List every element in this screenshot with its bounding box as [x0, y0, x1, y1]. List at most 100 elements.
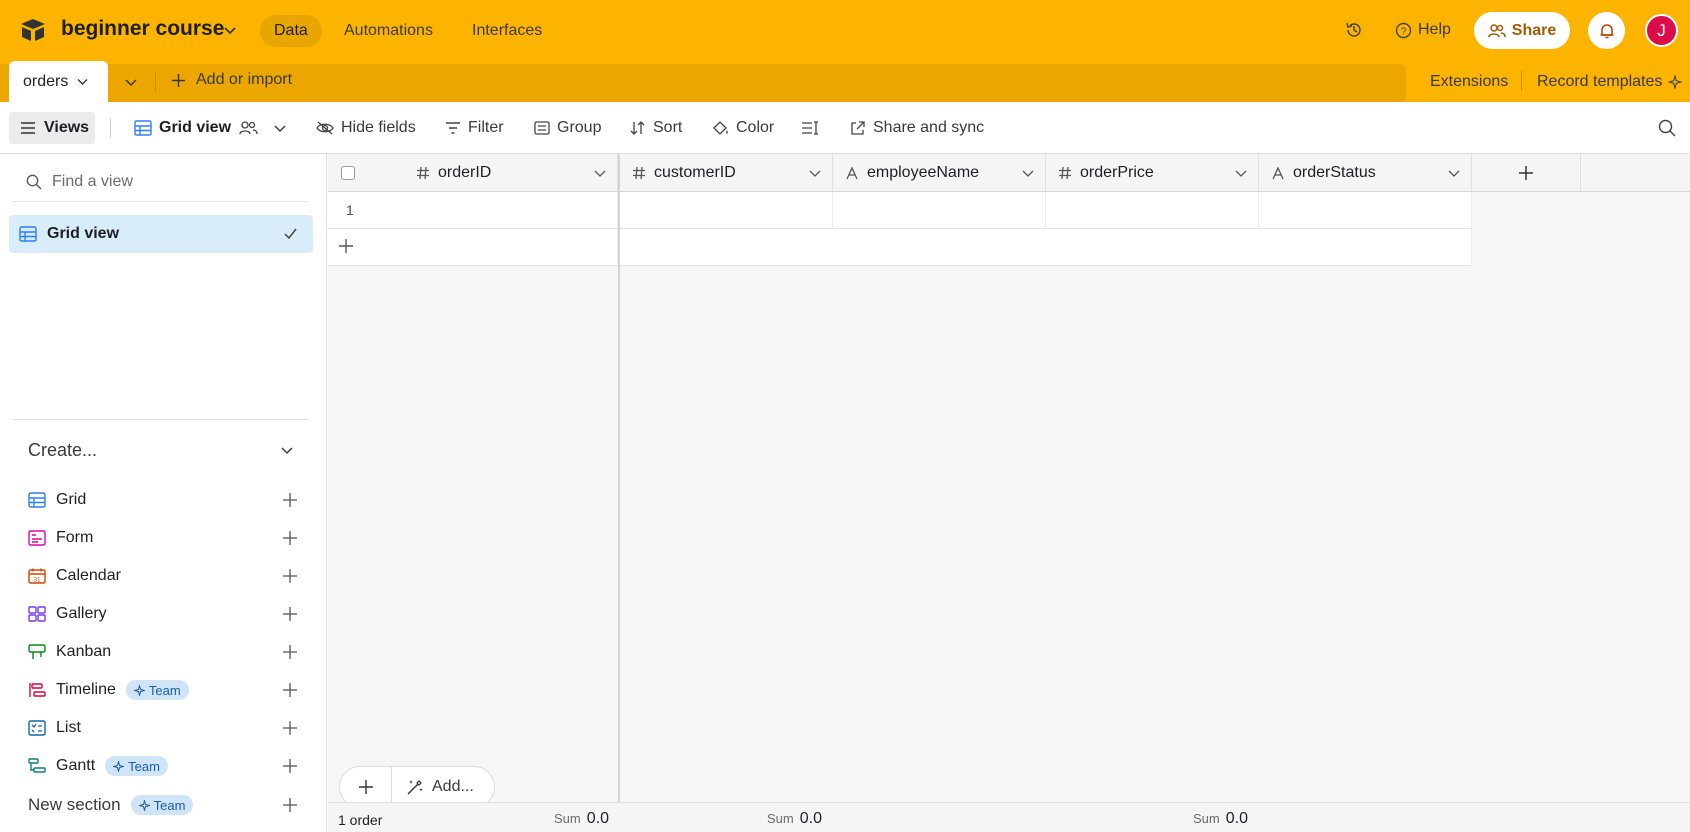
- row-height-button[interactable]: [801, 117, 819, 139]
- views-label: Views: [44, 119, 90, 136]
- color-label: Color: [736, 119, 775, 136]
- create-section-title[interactable]: Create...: [28, 440, 97, 461]
- create-timeline-view[interactable]: Timeline Team: [28, 677, 298, 703]
- views-sidebar: Find a view Grid view Create... Grid For…: [0, 154, 327, 832]
- summary-sum-customerID[interactable]: Sum 0.0: [767, 810, 822, 828]
- nav-tab-automations[interactable]: Automations: [330, 15, 447, 47]
- column-name: employeeName: [867, 163, 980, 181]
- divider: [155, 72, 156, 92]
- views-toggle-button[interactable]: Views: [9, 112, 95, 144]
- sort-icon: [630, 121, 645, 135]
- extensions-button[interactable]: Extensions: [1430, 73, 1508, 91]
- create-grid-view[interactable]: Grid: [28, 487, 298, 513]
- summary-value: 0.0: [799, 810, 822, 827]
- create-gantt-view[interactable]: Gantt Team: [28, 753, 298, 779]
- sparkle-icon: [138, 799, 150, 811]
- add-field-button[interactable]: [1472, 154, 1581, 192]
- grid-icon: [28, 492, 46, 508]
- create-list-view[interactable]: List: [28, 715, 298, 741]
- text-field-icon: [1271, 165, 1285, 180]
- chevron-down-icon[interactable]: [122, 73, 140, 91]
- sidebar-item-grid-view[interactable]: Grid view: [9, 215, 313, 253]
- nav-tab-interfaces[interactable]: Interfaces: [458, 15, 556, 47]
- column-header-customerID[interactable]: customerID: [620, 154, 833, 192]
- share-and-sync-button[interactable]: Share and sync: [850, 117, 984, 139]
- find-view-input[interactable]: Find a view: [12, 162, 307, 202]
- column-header-employeeName[interactable]: employeeName: [833, 154, 1046, 192]
- magic-wand-icon: [407, 780, 423, 795]
- chevron-down-icon: [809, 170, 821, 177]
- record-templates-label: Record templates: [1537, 73, 1663, 90]
- table-tab-label: orders: [23, 72, 69, 90]
- grid-icon: [19, 226, 37, 242]
- chevron-down-icon: [1448, 170, 1460, 177]
- sparkle-icon: [113, 760, 125, 772]
- cell-employeeName[interactable]: [833, 192, 1046, 229]
- column-name: orderStatus: [1293, 163, 1376, 181]
- chevron-down-icon[interactable]: [222, 22, 238, 38]
- add-row-area[interactable]: [620, 229, 1472, 266]
- view-name: Grid view: [159, 119, 232, 136]
- create-gallery-view[interactable]: Gallery: [28, 601, 298, 627]
- table-row[interactable]: 1: [328, 192, 618, 229]
- base-logo-icon[interactable]: [19, 17, 47, 43]
- divider: [1521, 71, 1522, 91]
- filter-label: Filter: [468, 119, 504, 136]
- history-icon[interactable]: [1344, 20, 1364, 40]
- select-all-checkbox[interactable]: [341, 166, 355, 180]
- top-bar: beginner course Data Automations Interfa…: [0, 0, 1690, 61]
- cell-orderStatus[interactable]: [1259, 192, 1472, 229]
- collaborators-icon: [239, 121, 258, 135]
- base-name[interactable]: beginner course: [61, 17, 224, 41]
- column-header-orderStatus[interactable]: orderStatus: [1259, 154, 1472, 192]
- plus-icon: [339, 239, 353, 253]
- search-icon[interactable]: [1658, 119, 1676, 137]
- column-name: customerID: [654, 163, 736, 181]
- help-button[interactable]: ? Help: [1395, 19, 1451, 41]
- add-row-button[interactable]: [328, 229, 618, 266]
- summary-label: Sum: [1193, 811, 1220, 826]
- create-calendar-view[interactable]: 31 Calendar: [28, 563, 298, 589]
- plus-icon: [358, 780, 373, 794]
- number-field-icon: [1058, 166, 1072, 180]
- color-button[interactable]: Color: [711, 117, 774, 139]
- record-templates-button[interactable]: Record templates: [1537, 73, 1683, 91]
- frozen-column-divider: [618, 154, 620, 832]
- plus-icon: [283, 607, 297, 621]
- add-record-button[interactable]: [340, 767, 392, 807]
- gantt-icon: [28, 758, 46, 773]
- eye-off-icon: [316, 121, 334, 135]
- hide-fields-button[interactable]: Hide fields: [316, 117, 416, 139]
- notifications-button[interactable]: [1588, 12, 1625, 49]
- chevron-down-icon: [77, 79, 88, 85]
- table-tab-orders[interactable]: orders: [9, 61, 108, 102]
- create-new-section[interactable]: New section Team: [28, 792, 298, 818]
- nav-tab-data[interactable]: Data: [260, 15, 322, 47]
- create-item-label: Calendar: [56, 567, 121, 584]
- column-header-orderID[interactable]: orderID: [328, 154, 618, 192]
- paint-bucket-icon: [713, 121, 728, 135]
- cell-customerID[interactable]: [620, 192, 833, 229]
- group-button[interactable]: Group: [534, 117, 601, 139]
- filter-button[interactable]: Filter: [445, 117, 504, 139]
- chevron-down-icon: [594, 170, 606, 177]
- chevron-down-icon[interactable]: [279, 442, 295, 458]
- view-switcher[interactable]: Grid view: [134, 117, 287, 139]
- chevron-down-icon: [274, 125, 286, 132]
- add-with-ai-button[interactable]: Add...: [392, 778, 474, 796]
- search-icon: [26, 174, 42, 189]
- summary-sum-orderPrice[interactable]: Sum 0.0: [1193, 810, 1248, 828]
- create-form-view[interactable]: Form: [28, 525, 298, 551]
- create-kanban-view[interactable]: Kanban: [28, 639, 298, 665]
- chevron-down-icon: [1022, 170, 1034, 177]
- sort-button[interactable]: Sort: [630, 117, 682, 139]
- summary-sum-orderID[interactable]: Sum 0.0: [554, 810, 609, 828]
- avatar[interactable]: J: [1645, 14, 1678, 47]
- cell-orderPrice[interactable]: [1046, 192, 1259, 229]
- chevron-down-icon: [1235, 170, 1247, 177]
- summary-label: Sum: [767, 811, 794, 826]
- add-or-import-button[interactable]: Add or import: [171, 71, 292, 89]
- new-section-label: New section: [28, 795, 121, 814]
- column-header-orderPrice[interactable]: orderPrice: [1046, 154, 1259, 192]
- share-button[interactable]: Share: [1474, 12, 1570, 49]
